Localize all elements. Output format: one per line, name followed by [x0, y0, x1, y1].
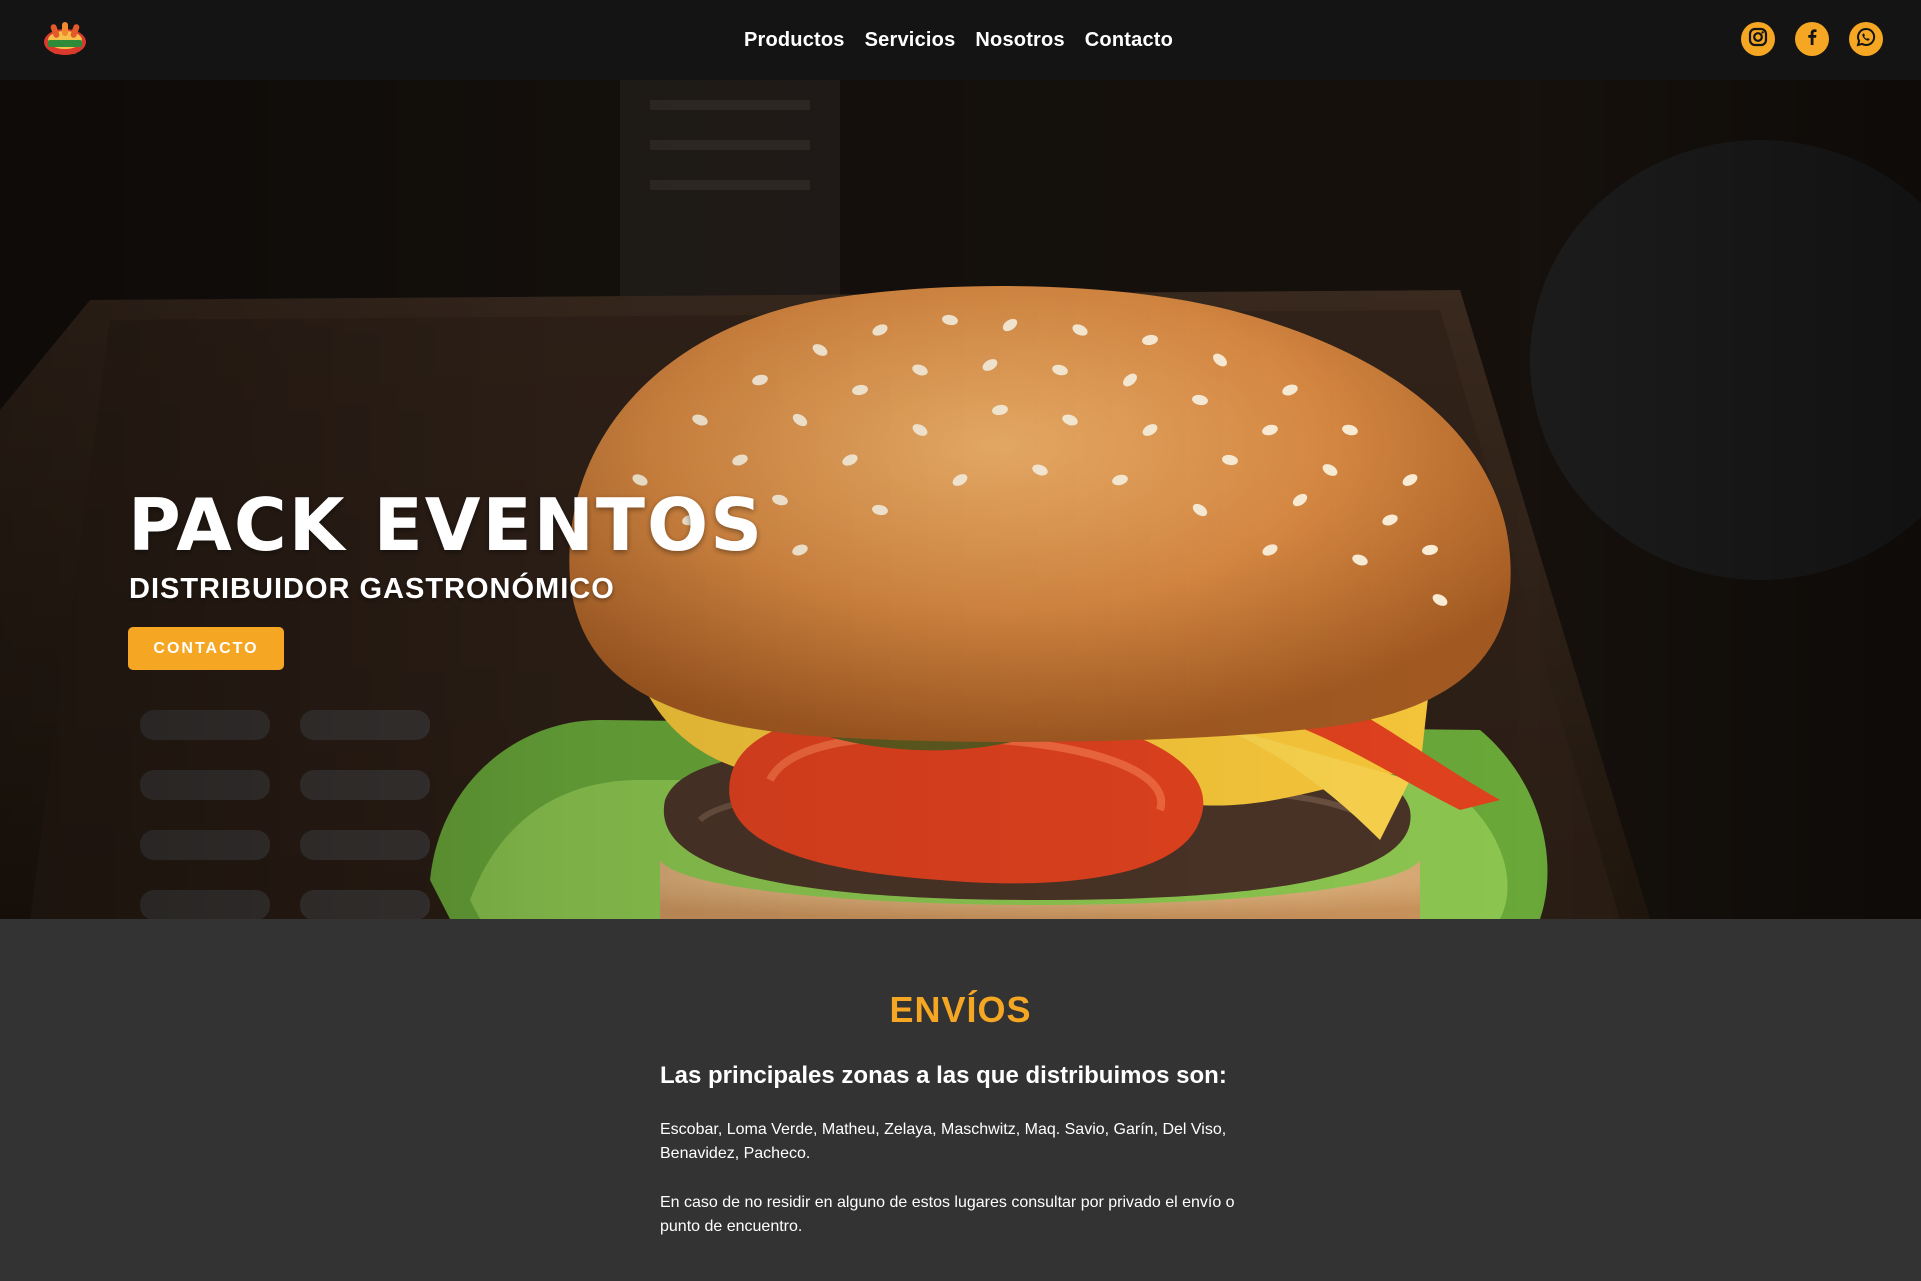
envios-note-text: En caso de no residir en alguno de estos…	[660, 1194, 1235, 1235]
envios-section: ENVÍOS Las principales zonas a las que d…	[0, 919, 1921, 1281]
nav-link-servicios[interactable]: Servicios	[865, 29, 956, 52]
facebook-icon	[1801, 26, 1823, 53]
hero-carousel: PACK EVENTOS DISTRIBUIDOR GASTRONÓMICO C…	[0, 80, 1921, 919]
instagram-button[interactable]	[1741, 22, 1775, 56]
nav-link-nosotros[interactable]: Nosotros	[975, 29, 1064, 52]
contact-button[interactable]: CONTACTO	[128, 627, 284, 670]
envios-lead: Las principales zonas a las que distribu…	[660, 1062, 1227, 1089]
facebook-button[interactable]	[1795, 22, 1829, 56]
navbar: Productos Servicios Nosotros Contacto	[0, 0, 1921, 80]
nav-link-productos[interactable]: Productos	[744, 29, 845, 52]
envios-title: ENVÍOS	[889, 989, 1032, 1030]
main-nav: Productos Servicios Nosotros Contacto	[0, 0, 1921, 80]
envios-zones-text: Escobar, Loma Verde, Matheu, Zelaya, Mas…	[660, 1121, 1227, 1162]
whatsapp-button[interactable]	[1849, 22, 1883, 56]
instagram-icon	[1747, 26, 1769, 53]
social-links	[1741, 22, 1883, 56]
hero-title: PACK EVENTOS	[128, 483, 765, 567]
whatsapp-icon	[1855, 26, 1877, 53]
hero-subtitle: DISTRIBUIDOR GASTRONÓMICO	[129, 573, 615, 605]
nav-link-contacto[interactable]: Contacto	[1085, 29, 1173, 52]
